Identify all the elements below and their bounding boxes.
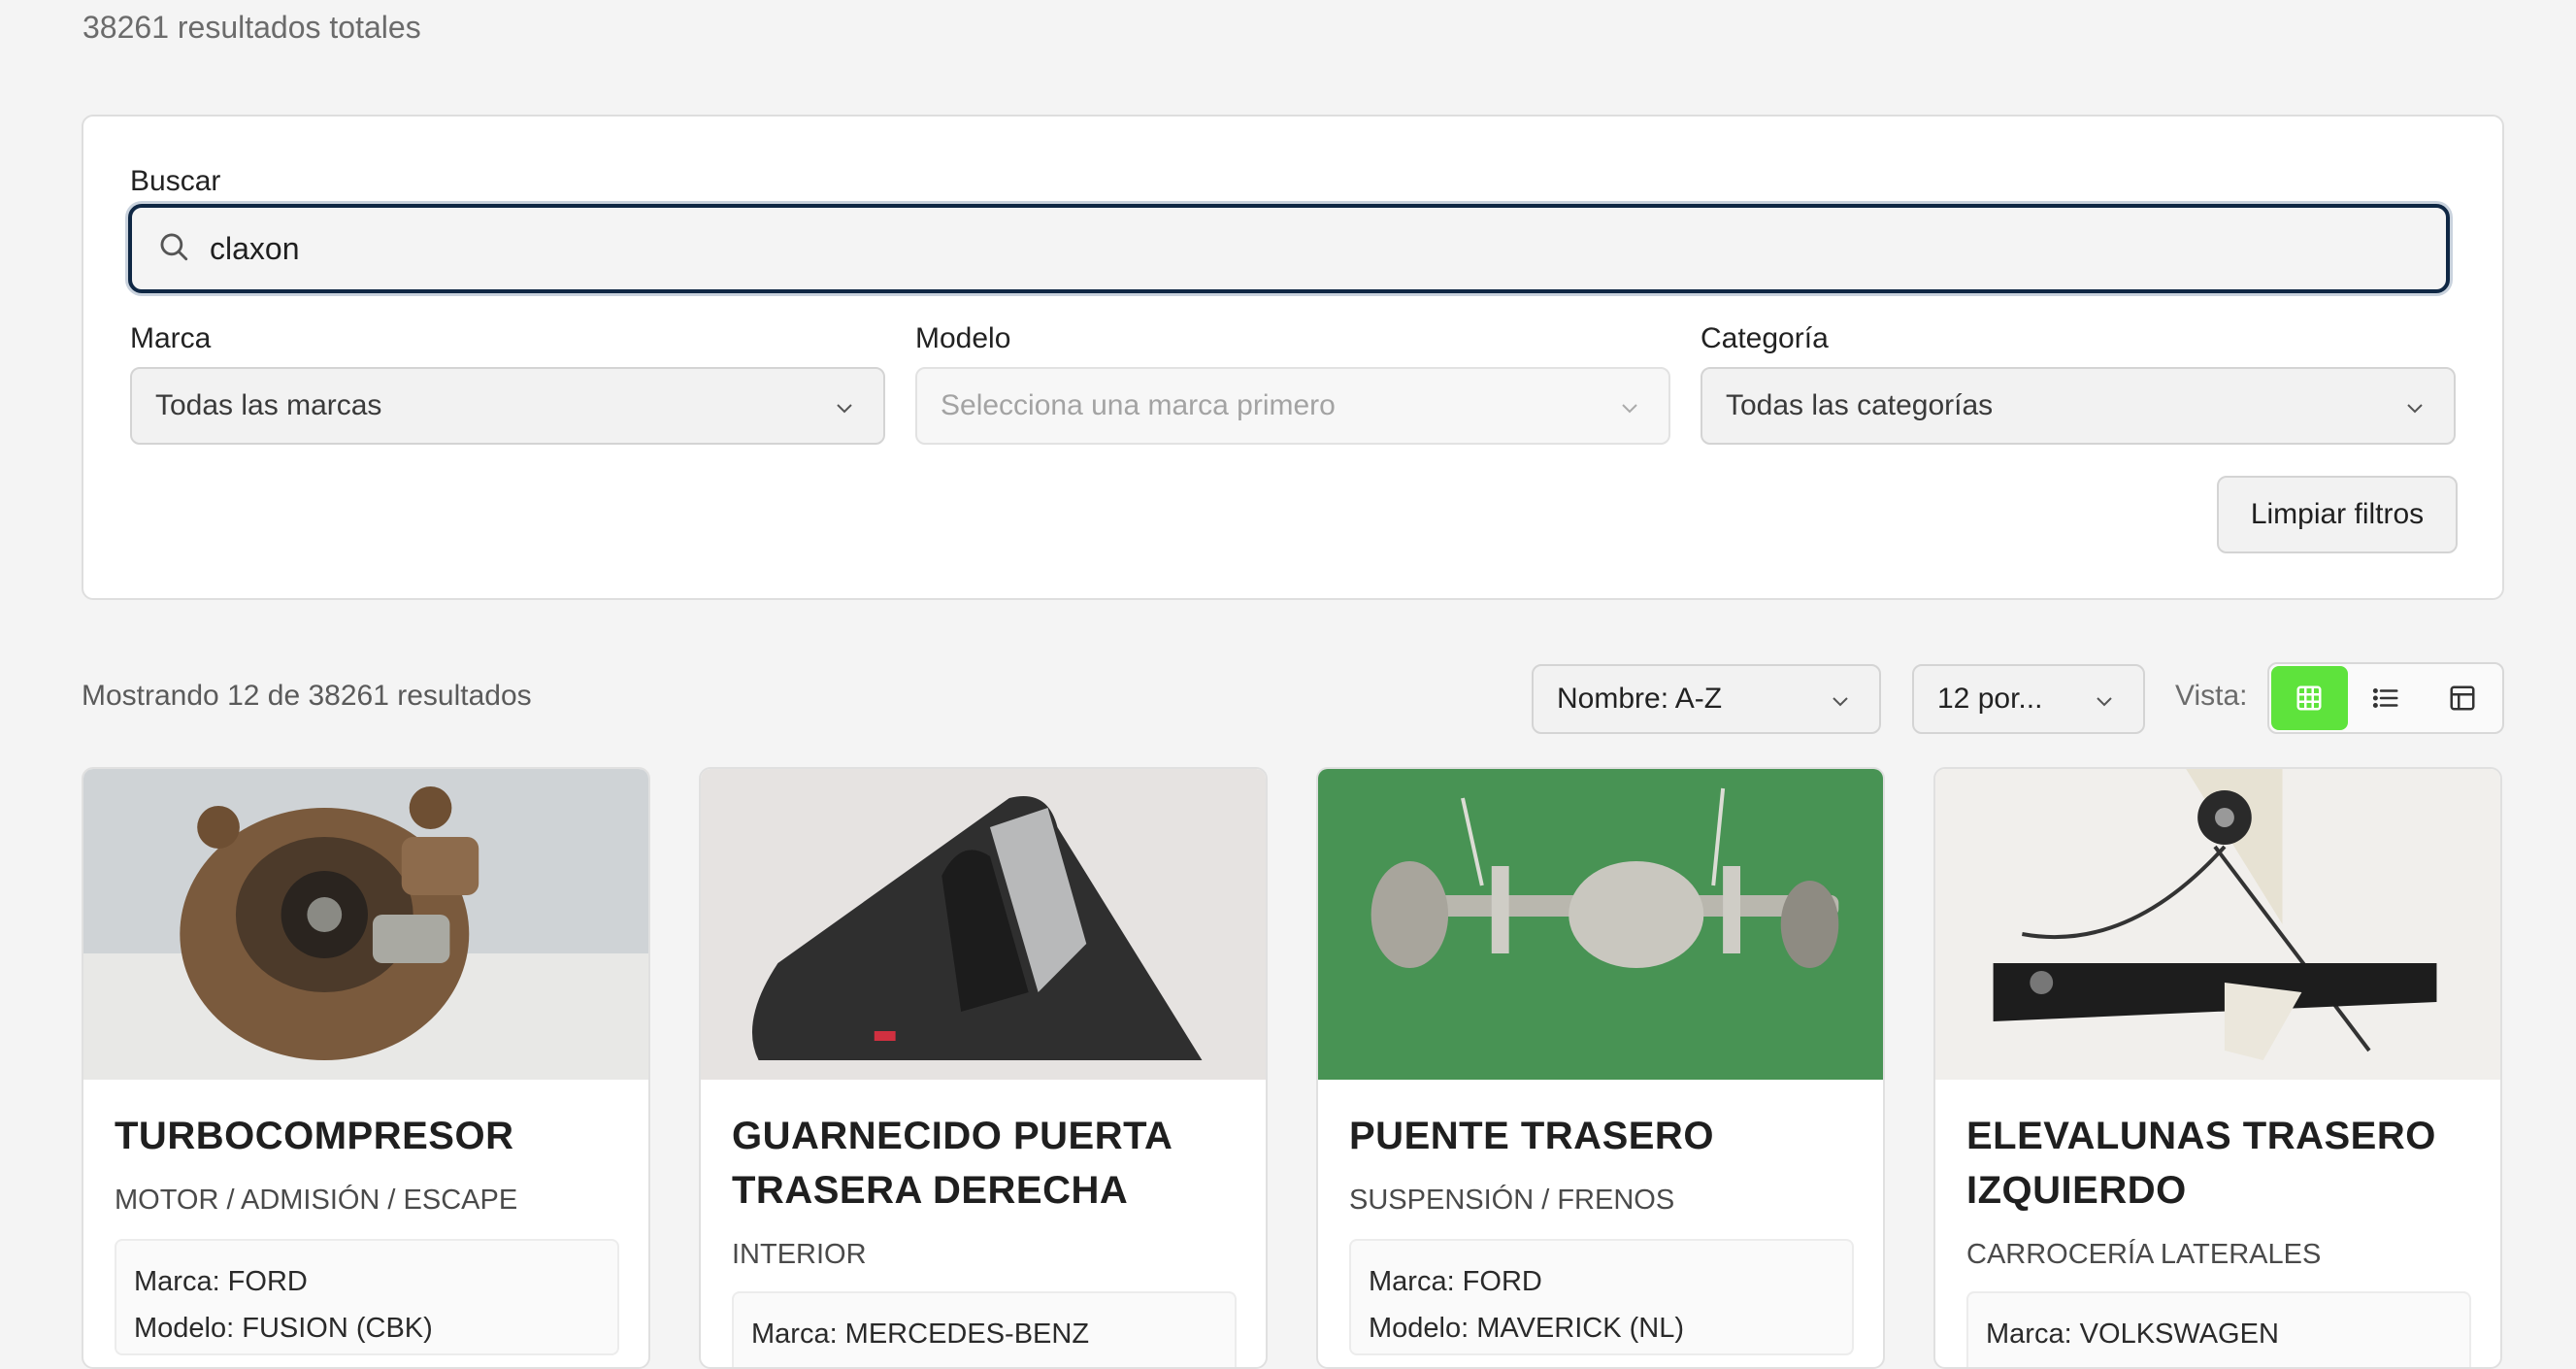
product-brand: Marca: FORD xyxy=(134,1266,308,1297)
product-meta: Marca: FORD Modelo: FUSION (CBK) xyxy=(115,1239,619,1355)
product-brand: Marca: VOLKSWAGEN xyxy=(1986,1319,2279,1350)
product-meta: Marca: MERCEDES-BENZ xyxy=(732,1291,1237,1367)
per-page-select-value: 12 por... xyxy=(1937,683,2043,715)
table-view-button[interactable] xyxy=(2424,666,2500,730)
product-title: TURBOCOMPRESOR xyxy=(115,1115,514,1157)
product-image xyxy=(701,769,1266,1080)
grid-icon xyxy=(2296,685,2322,711)
filters-panel: Buscar Marca Todas las marcas Modelo Sel… xyxy=(82,115,2504,600)
product-title: GUARNECIDO PUERTA TRASERA DERECHA xyxy=(732,1115,1172,1212)
model-select[interactable]: Selecciona una marca primero xyxy=(915,367,1670,445)
category-label: Categoría xyxy=(1701,322,1829,354)
table-icon xyxy=(2450,685,2475,711)
list-view-button[interactable] xyxy=(2348,666,2425,730)
chevron-down-icon xyxy=(2097,697,2112,707)
product-image xyxy=(1935,769,2500,1080)
brand-select[interactable]: Todas las marcas xyxy=(130,367,885,445)
results-count: Mostrando 12 de 38261 resultados xyxy=(82,680,532,712)
product-card[interactable]: TURBOCOMPRESOR MOTOR / ADMISIÓN / ESCAPE… xyxy=(82,767,650,1369)
product-image xyxy=(1318,769,1883,1080)
search-input[interactable] xyxy=(210,230,2345,267)
brand-label: Marca xyxy=(130,322,212,354)
list-icon xyxy=(2372,688,2398,708)
chevron-down-icon xyxy=(837,404,852,414)
category-select-value: Todas las categorías xyxy=(1726,389,1994,421)
grid-view-button[interactable] xyxy=(2271,666,2348,730)
product-meta: Marca: FORD Modelo: MAVERICK (NL) xyxy=(1349,1239,1854,1355)
search-field[interactable] xyxy=(128,204,2450,293)
product-model: Modelo: MAVERICK (NL) xyxy=(1369,1313,1684,1344)
product-brand: Marca: MERCEDES-BENZ xyxy=(751,1319,1090,1350)
product-meta: Marca: VOLKSWAGEN xyxy=(1966,1291,2471,1367)
chevron-down-icon xyxy=(1622,404,1637,414)
brand-select-value: Todas las marcas xyxy=(155,389,382,421)
product-model: Modelo: FUSION (CBK) xyxy=(134,1313,433,1344)
per-page-select[interactable]: 12 por... xyxy=(1912,664,2145,734)
product-category: INTERIOR xyxy=(732,1239,867,1270)
product-card[interactable]: GUARNECIDO PUERTA TRASERA DERECHA INTERI… xyxy=(699,767,1268,1369)
product-brand: Marca: FORD xyxy=(1369,1266,1542,1297)
product-title: PUENTE TRASERO xyxy=(1349,1115,1714,1157)
search-label: Buscar xyxy=(130,165,221,197)
product-category: CARROCERÍA LATERALES xyxy=(1966,1239,2322,1270)
product-card[interactable]: PUENTE TRASERO SUSPENSIÓN / FRENOS Marca… xyxy=(1316,767,1885,1369)
view-label: Vista: xyxy=(2175,680,2248,712)
search-icon xyxy=(157,230,190,268)
total-results: 38261 resultados totales xyxy=(83,10,421,45)
category-select[interactable]: Todas las categorías xyxy=(1701,367,2456,445)
model-label: Modelo xyxy=(915,322,1011,354)
product-image xyxy=(83,769,648,1080)
product-title: ELEVALUNAS TRASERO IZQUIERDO xyxy=(1966,1115,2436,1212)
product-category: SUSPENSIÓN / FRENOS xyxy=(1349,1185,1675,1216)
sort-select[interactable]: Nombre: A-Z xyxy=(1532,664,1881,734)
clear-filters-button[interactable]: Limpiar filtros xyxy=(2217,476,2458,553)
product-category: MOTOR / ADMISIÓN / ESCAPE xyxy=(115,1185,518,1216)
view-toggle-group xyxy=(2267,662,2504,734)
model-select-value: Selecciona una marca primero xyxy=(941,389,1336,421)
chevron-down-icon xyxy=(2407,404,2423,414)
product-card[interactable]: ELEVALUNAS TRASERO IZQUIERDO CARROCERÍA … xyxy=(1933,767,2502,1369)
chevron-down-icon xyxy=(1833,697,1848,707)
sort-select-value: Nombre: A-Z xyxy=(1557,683,1723,715)
